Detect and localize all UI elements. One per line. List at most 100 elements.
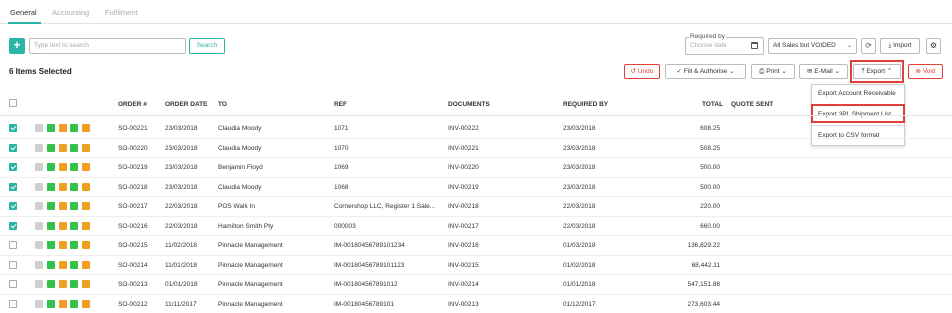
table-row[interactable]: SO-00217 22/03/2018 POS Walk In Cornershop … [0, 197, 952, 217]
printer-icon: ⎙ [759, 68, 765, 75]
calendar-icon[interactable] [751, 42, 758, 49]
order-number[interactable]: SO-00215 [118, 242, 148, 249]
tab-fulfilment[interactable]: Fulfilment [105, 8, 138, 17]
order-number[interactable]: SO-00217 [118, 203, 148, 210]
order-total: 500.00 [700, 164, 720, 171]
col-header-order[interactable]: ORDER # [118, 101, 147, 108]
mail-icon: ✉ [807, 68, 813, 75]
document-number[interactable]: INV-00218 [448, 203, 479, 210]
order-date: 11/01/2018 [165, 261, 198, 269]
invoice-icon [70, 163, 78, 171]
table-row[interactable]: SO-00216 22/03/2018 Hamilton Smith Pty 0000… [0, 217, 952, 236]
card-icon [82, 221, 90, 230]
document-number[interactable]: INV-00219 [448, 184, 479, 191]
order-number[interactable]: SO-00218 [118, 184, 148, 191]
print-button[interactable]: ⎙ Print ⌄ [751, 64, 795, 79]
refresh-button[interactable]: ⟳ [861, 38, 876, 54]
order-date: 23/03/2018 [165, 144, 198, 152]
col-header-to[interactable]: TO [218, 101, 227, 108]
document-number[interactable]: INV-00221 [448, 145, 479, 152]
row-checkbox[interactable] [9, 202, 17, 210]
cart-icon [47, 221, 55, 230]
table-row[interactable]: SO-00213 01/01/2018 Pinnacle Management IM-… [0, 275, 952, 295]
row-checkbox[interactable] [9, 182, 17, 191]
order-number[interactable]: SO-00219 [118, 164, 148, 171]
required-by-date: 01/02/2018 [563, 261, 596, 269]
document-number[interactable]: INV-00214 [448, 281, 479, 288]
table-row[interactable]: SO-00212 11/11/2017 Pinnacle Management IM-… [0, 295, 952, 313]
tab-accounting[interactable]: Accounting [52, 8, 89, 17]
order-number[interactable]: SO-00213 [118, 281, 148, 288]
settings-button[interactable]: ⚙ [926, 38, 941, 54]
customer-name: Benjamin Floyd [218, 164, 263, 171]
col-header-total[interactable]: TOTAL [702, 101, 723, 108]
card-icon [82, 143, 90, 152]
status-icons [35, 143, 91, 152]
customer-name: POS Walk In [218, 203, 255, 210]
order-number[interactable]: SO-00220 [118, 145, 148, 152]
void-label: Void [922, 68, 936, 75]
required-by-label: Required by [689, 33, 727, 40]
order-date: 22/03/2018 [165, 222, 198, 230]
tab-general[interactable]: General [10, 8, 37, 17]
col-header-ref[interactable]: REF [334, 101, 347, 108]
table-row[interactable]: SO-00214 11/01/2018 Pinnacle Management IM-… [0, 256, 952, 275]
col-header-documents[interactable]: DOCUMENTS [448, 101, 490, 108]
customer-name: Pinnacle Management [218, 300, 283, 308]
reference: 1070 [334, 144, 349, 152]
row-checkbox[interactable] [9, 241, 17, 249]
row-checkbox[interactable] [9, 124, 17, 132]
order-number[interactable]: SO-00221 [118, 125, 148, 132]
col-header-order-date[interactable]: ORDER DATE [165, 101, 208, 108]
document-number[interactable]: INV-00213 [448, 301, 479, 308]
search-button[interactable]: Search [189, 38, 225, 54]
row-checkbox[interactable] [9, 280, 17, 288]
table-row[interactable]: SO-00221 23/03/2018 Claudia Moody 1071 INV-0… [0, 119, 952, 139]
order-number[interactable]: SO-00212 [118, 301, 148, 308]
email-button[interactable]: ✉ E-Mail ⌄ [799, 64, 848, 79]
row-checkbox[interactable] [9, 299, 17, 308]
table-row[interactable]: SO-00215 11/02/2018 Pinnacle Management IM-… [0, 236, 952, 256]
undo-button[interactable]: ↺ Undo [624, 64, 660, 79]
select-all-checkbox[interactable] [9, 99, 17, 107]
order-total: 273,603.44 [687, 300, 720, 308]
void-button[interactable]: ⊗ Void [908, 64, 943, 79]
status-icons [35, 241, 91, 249]
import-button[interactable]: ⤓ Import [880, 38, 920, 54]
undo-label: Undo [637, 68, 654, 75]
add-button[interactable]: + [9, 38, 25, 54]
document-number[interactable]: INV-00216 [448, 242, 479, 249]
row-checkbox[interactable] [9, 221, 17, 230]
required-by-date: 23/03/2018 [563, 125, 596, 132]
cart-icon [47, 163, 55, 171]
order-number[interactable]: SO-00216 [118, 223, 148, 230]
status-filter-select[interactable]: All Sales but VOIDED ⌄ [768, 38, 857, 54]
document-number[interactable]: INV-00217 [448, 223, 479, 230]
fill-authorise-button[interactable]: ✓ Fill & Authorise ⌄ [665, 64, 746, 79]
table-row[interactable]: SO-00218 23/03/2018 Claudia Moody 1068 INV-0… [0, 178, 952, 197]
card-icon [82, 163, 90, 171]
tab-bar: General Accounting Fulfilment [0, 0, 952, 24]
invoice-icon [70, 260, 78, 269]
col-header-quote-sent[interactable]: QUOTE SENT [731, 101, 773, 108]
menu-item-export-ar[interactable]: Export Account Receivable [818, 90, 896, 97]
status-icons [35, 299, 91, 308]
document-number[interactable]: INV-00215 [448, 262, 479, 269]
email-label: E-Mail [814, 68, 833, 75]
row-checkbox[interactable] [9, 163, 17, 171]
row-checkbox[interactable] [9, 143, 17, 152]
document-number[interactable]: INV-00222 [448, 125, 479, 132]
import-icon: ⤓ [888, 42, 892, 49]
status-icons [35, 202, 91, 210]
quote-icon [35, 163, 43, 171]
required-by-date: 22/03/2018 [563, 203, 596, 210]
search-input[interactable]: Type text to search [29, 38, 186, 54]
order-date: 11/02/2018 [165, 242, 198, 249]
table-row[interactable]: SO-00219 23/03/2018 Benjamin Floyd 1069 INV-… [0, 158, 952, 178]
order-number[interactable]: SO-00214 [118, 262, 148, 269]
document-number[interactable]: INV-00220 [448, 164, 479, 171]
order-date: 11/11/2017 [165, 300, 197, 308]
row-checkbox[interactable] [9, 260, 17, 269]
table-row[interactable]: SO-00220 23/03/2018 Claudia Moody 1070 INV-0… [0, 139, 952, 158]
col-header-required-by[interactable]: REQUIRED BY [563, 101, 608, 108]
